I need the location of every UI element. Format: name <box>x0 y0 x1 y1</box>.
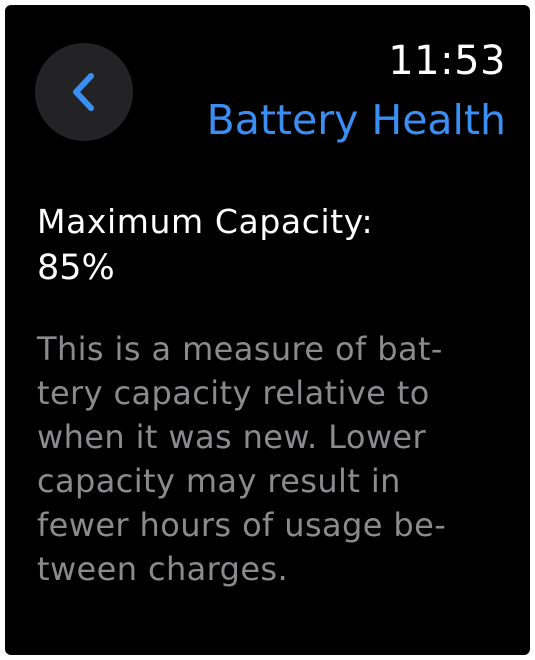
description-line: This is a measure of bat- <box>37 330 443 368</box>
description-line: tery capacity relative to <box>37 374 430 412</box>
description-line: capacity may result in <box>37 462 401 500</box>
description-line: when it was new. Lower <box>37 418 427 456</box>
maximum-capacity-value: 85% <box>37 248 115 288</box>
status-time: 11:53 <box>388 38 506 84</box>
watch-screen: 11:53 Battery Health Maximum Capacity: 8… <box>5 5 530 655</box>
maximum-capacity-label: Maximum Capacity: <box>37 202 374 241</box>
description-line: fewer hours of usage be- <box>37 506 447 544</box>
capacity-description: This is a measure of bat- tery capacity … <box>37 327 517 591</box>
back-button[interactable] <box>35 43 133 141</box>
chevron-left-icon <box>73 73 94 111</box>
page-title: Battery Health <box>206 96 506 144</box>
description-line: tween charges. <box>37 550 289 588</box>
